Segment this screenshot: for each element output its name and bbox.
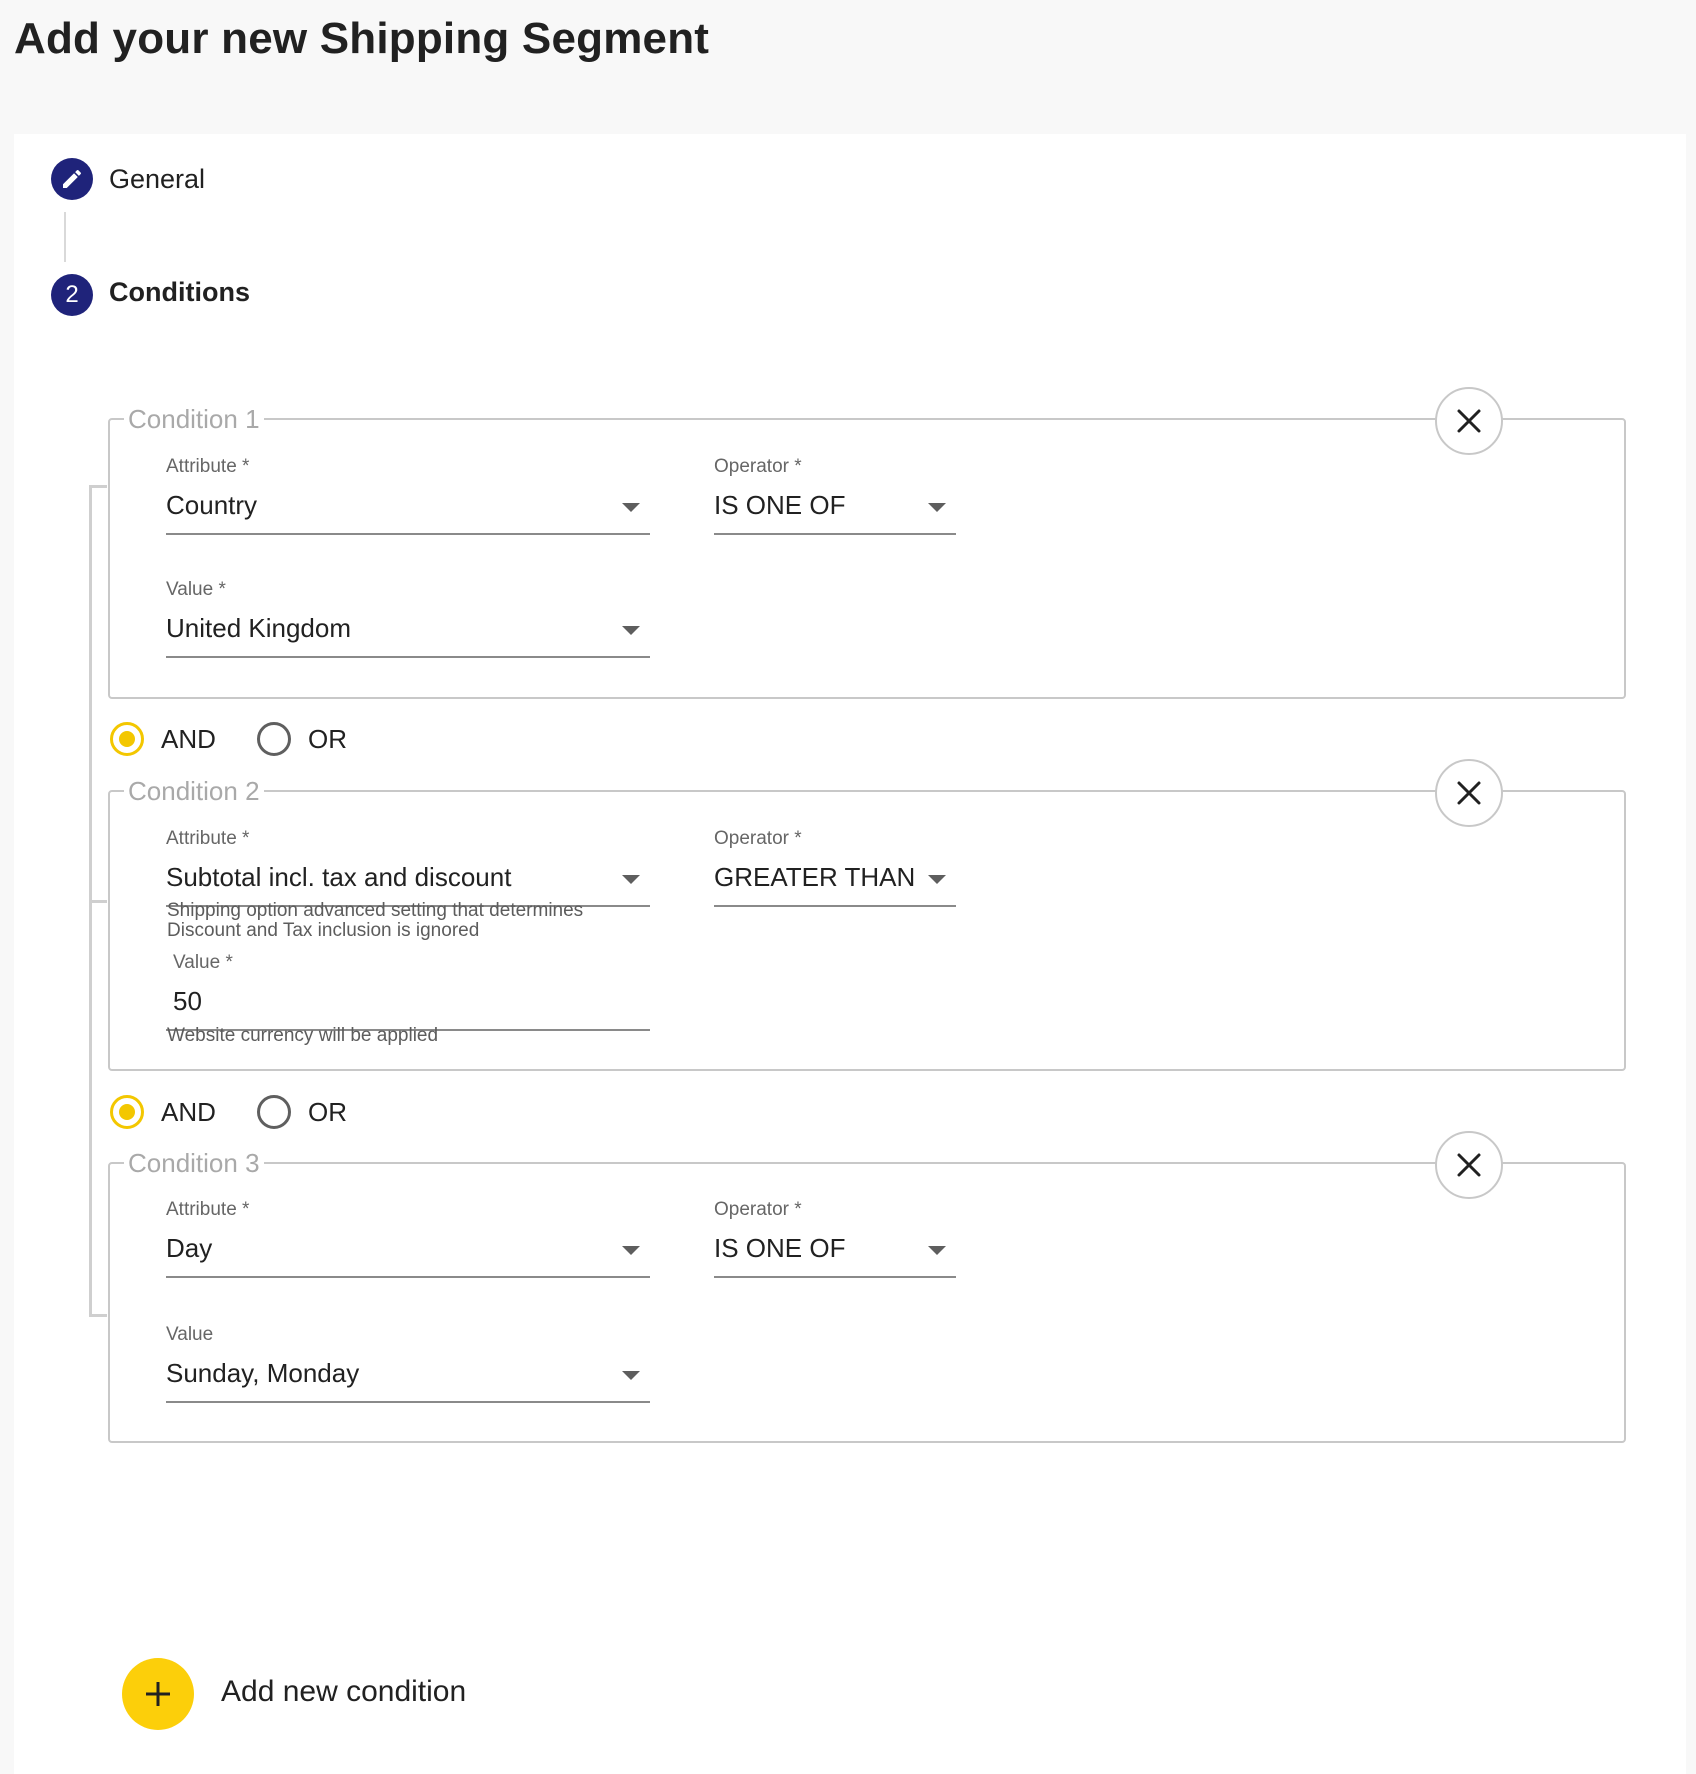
add-condition-button[interactable] — [122, 1658, 194, 1730]
value-value: 50 — [173, 986, 202, 1016]
logic-2-and-radio[interactable]: AND — [110, 1095, 216, 1129]
dropdown-arrow-icon — [622, 503, 640, 512]
value-label: Value * — [166, 579, 226, 600]
dropdown-arrow-icon — [622, 626, 640, 635]
condition-1-value-select[interactable]: Value * United Kingdom — [166, 579, 650, 659]
logic-2-and-label: AND — [161, 1096, 216, 1127]
dropdown-arrow-icon — [622, 875, 640, 884]
value-hint: Website currency will be applied — [167, 1025, 439, 1046]
attribute-value: Day — [166, 1233, 213, 1263]
step-connector — [64, 212, 66, 262]
remove-condition-1-button[interactable] — [1435, 387, 1503, 455]
operator-label: Operator * — [714, 1199, 802, 1220]
value-label: Value * — [173, 952, 233, 973]
logic-1-and-radio[interactable]: AND — [110, 722, 216, 756]
condition-2-operator-select[interactable]: Operator * GREATER THAN — [714, 828, 956, 908]
step-conditions-indicator[interactable]: 2 — [51, 274, 93, 316]
dropdown-arrow-icon — [622, 1246, 640, 1255]
radio-unchecked-icon — [257, 1095, 291, 1129]
value-value: United Kingdom — [166, 613, 351, 643]
attribute-label: Attribute * — [166, 828, 250, 849]
condition-3-attribute-select[interactable]: Attribute * Day — [166, 1199, 650, 1279]
operator-label: Operator * — [714, 456, 802, 477]
add-condition-label[interactable]: Add new condition — [221, 1675, 466, 1709]
condition-3-operator-select[interactable]: Operator * IS ONE OF — [714, 1199, 956, 1279]
plus-icon — [146, 1682, 170, 1706]
condition-3-legend: Condition 3 — [128, 1148, 260, 1178]
radio-checked-icon — [110, 1095, 144, 1129]
close-icon — [1457, 781, 1481, 805]
condition-3-value-select[interactable]: Value Sunday, Monday — [166, 1324, 650, 1404]
logic-bracket-join — [89, 900, 107, 903]
value-value: Sunday, Monday — [166, 1358, 360, 1388]
close-icon — [1457, 1153, 1481, 1177]
step-general-label[interactable]: General — [109, 164, 205, 195]
remove-condition-3-button[interactable] — [1435, 1131, 1503, 1199]
condition-2-attribute-select[interactable]: Attribute * Subtotal incl. tax and disco… — [166, 828, 650, 908]
value-label: Value — [166, 1324, 214, 1345]
remove-condition-2-button[interactable] — [1435, 759, 1503, 827]
attribute-value: Subtotal incl. tax and discount — [166, 862, 512, 892]
dropdown-arrow-icon — [928, 1246, 946, 1255]
attribute-hint: Shipping option advanced setting that de… — [167, 900, 584, 941]
dropdown-arrow-icon — [928, 503, 946, 512]
step-general-indicator[interactable] — [51, 158, 93, 200]
condition-1-operator-select[interactable]: Operator * IS ONE OF — [714, 456, 956, 536]
condition-2-value-input[interactable]: Value * 50 — [166, 952, 650, 1032]
step-conditions-label[interactable]: Conditions — [109, 277, 250, 308]
attribute-value: Country — [166, 490, 258, 520]
operator-label: Operator * — [714, 828, 802, 849]
condition-2-legend: Condition 2 — [128, 776, 260, 806]
logic-1-and-label: AND — [161, 723, 216, 754]
logic-2-or-label: OR — [308, 1096, 347, 1127]
radio-checked-icon — [110, 722, 144, 756]
attribute-label: Attribute * — [166, 1199, 250, 1220]
attribute-label: Attribute * — [166, 456, 250, 477]
page-title: Add your new Shipping Segment — [14, 14, 710, 63]
logic-1-or-label: OR — [308, 723, 347, 754]
dropdown-arrow-icon — [928, 875, 946, 884]
operator-value: IS ONE OF — [714, 490, 846, 520]
operator-value: IS ONE OF — [714, 1233, 846, 1263]
close-icon — [1457, 409, 1481, 433]
condition-1-attribute-select[interactable]: Attribute * Country — [166, 456, 650, 536]
dropdown-arrow-icon — [622, 1371, 640, 1380]
radio-unchecked-icon — [257, 722, 291, 756]
condition-1-legend: Condition 1 — [128, 404, 260, 434]
operator-value: GREATER THAN — [714, 862, 916, 892]
pencil-icon — [63, 169, 82, 188]
logic-2-or-radio[interactable]: OR — [257, 1095, 347, 1129]
logic-1-or-radio[interactable]: OR — [257, 722, 347, 756]
